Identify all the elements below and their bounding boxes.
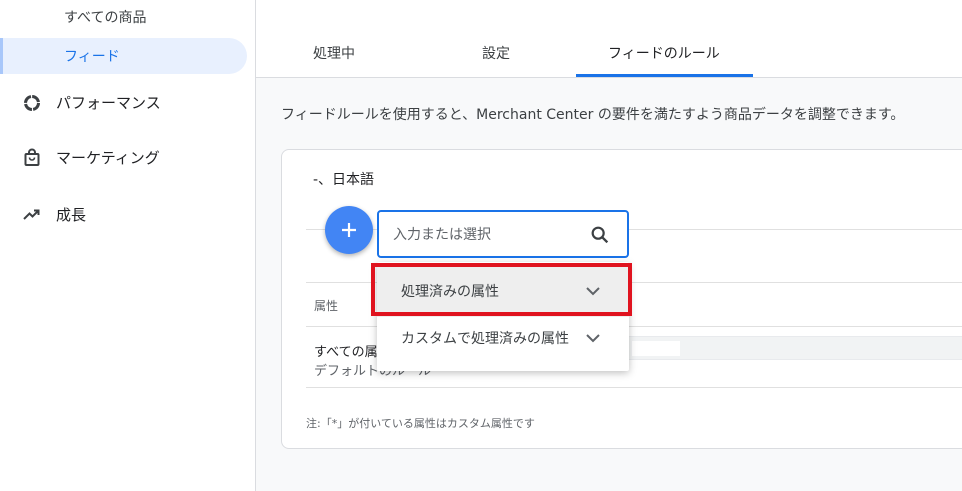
attribute-search-box[interactable] xyxy=(377,210,629,258)
card-title: -、日本語 xyxy=(313,172,375,188)
sidebar-item-label: マーケティング xyxy=(56,149,160,167)
annotation-highlight-box xyxy=(371,263,632,316)
dropdown-item-label: カスタムで処理済みの属性 xyxy=(401,331,569,347)
plus-icon xyxy=(342,223,356,237)
custom-attribute-note: 注:「*」が付いている属性はカスタム属性です xyxy=(306,417,535,430)
page-description: フィードルールを使用すると、Merchant Center の要件を満たすよう商… xyxy=(281,107,905,123)
row-value-chip xyxy=(632,341,680,356)
sidebar-active-highlight xyxy=(0,38,247,74)
attribute-search-input[interactable] xyxy=(393,224,583,246)
column-header-attribute: 属性 xyxy=(314,299,339,313)
sidebar-item-performance[interactable]: パフォーマンス xyxy=(22,92,161,113)
tab-bar: 処理中 設定 フィードのルール xyxy=(256,0,962,78)
sidebar-active-indicator xyxy=(0,38,3,74)
chevron-down-icon xyxy=(586,334,600,343)
sidebar-item-all-products[interactable]: すべての商品 xyxy=(64,7,146,27)
sidebar-item-feed[interactable]: フィード xyxy=(64,46,120,66)
tab-settings[interactable]: 設定 xyxy=(482,43,510,63)
sidebar: すべての商品 フィード パフォーマンス マーケティング 成長 xyxy=(0,0,256,491)
tab-processing[interactable]: 処理中 xyxy=(313,43,355,63)
dropdown-item-custom-processed-attributes[interactable]: カスタムで処理済みの属性 xyxy=(377,312,629,364)
trending-up-icon xyxy=(22,205,42,225)
tab-feed-rules[interactable]: フィードのルール xyxy=(608,43,720,63)
sidebar-item-growth[interactable]: 成長 xyxy=(22,204,86,225)
search-icon[interactable] xyxy=(589,224,611,246)
sidebar-item-marketing[interactable]: マーケティング xyxy=(22,147,160,168)
row-attribute-name[interactable]: すべての属 xyxy=(314,341,378,360)
sidebar-item-label: パフォーマンス xyxy=(56,94,161,112)
divider xyxy=(306,387,962,388)
add-rule-button[interactable] xyxy=(325,206,373,254)
performance-icon xyxy=(22,93,42,113)
active-tab-indicator xyxy=(576,74,753,77)
row-value-field xyxy=(627,336,962,360)
sidebar-item-label: 成長 xyxy=(56,206,87,224)
shopping-bag-icon xyxy=(22,148,42,168)
